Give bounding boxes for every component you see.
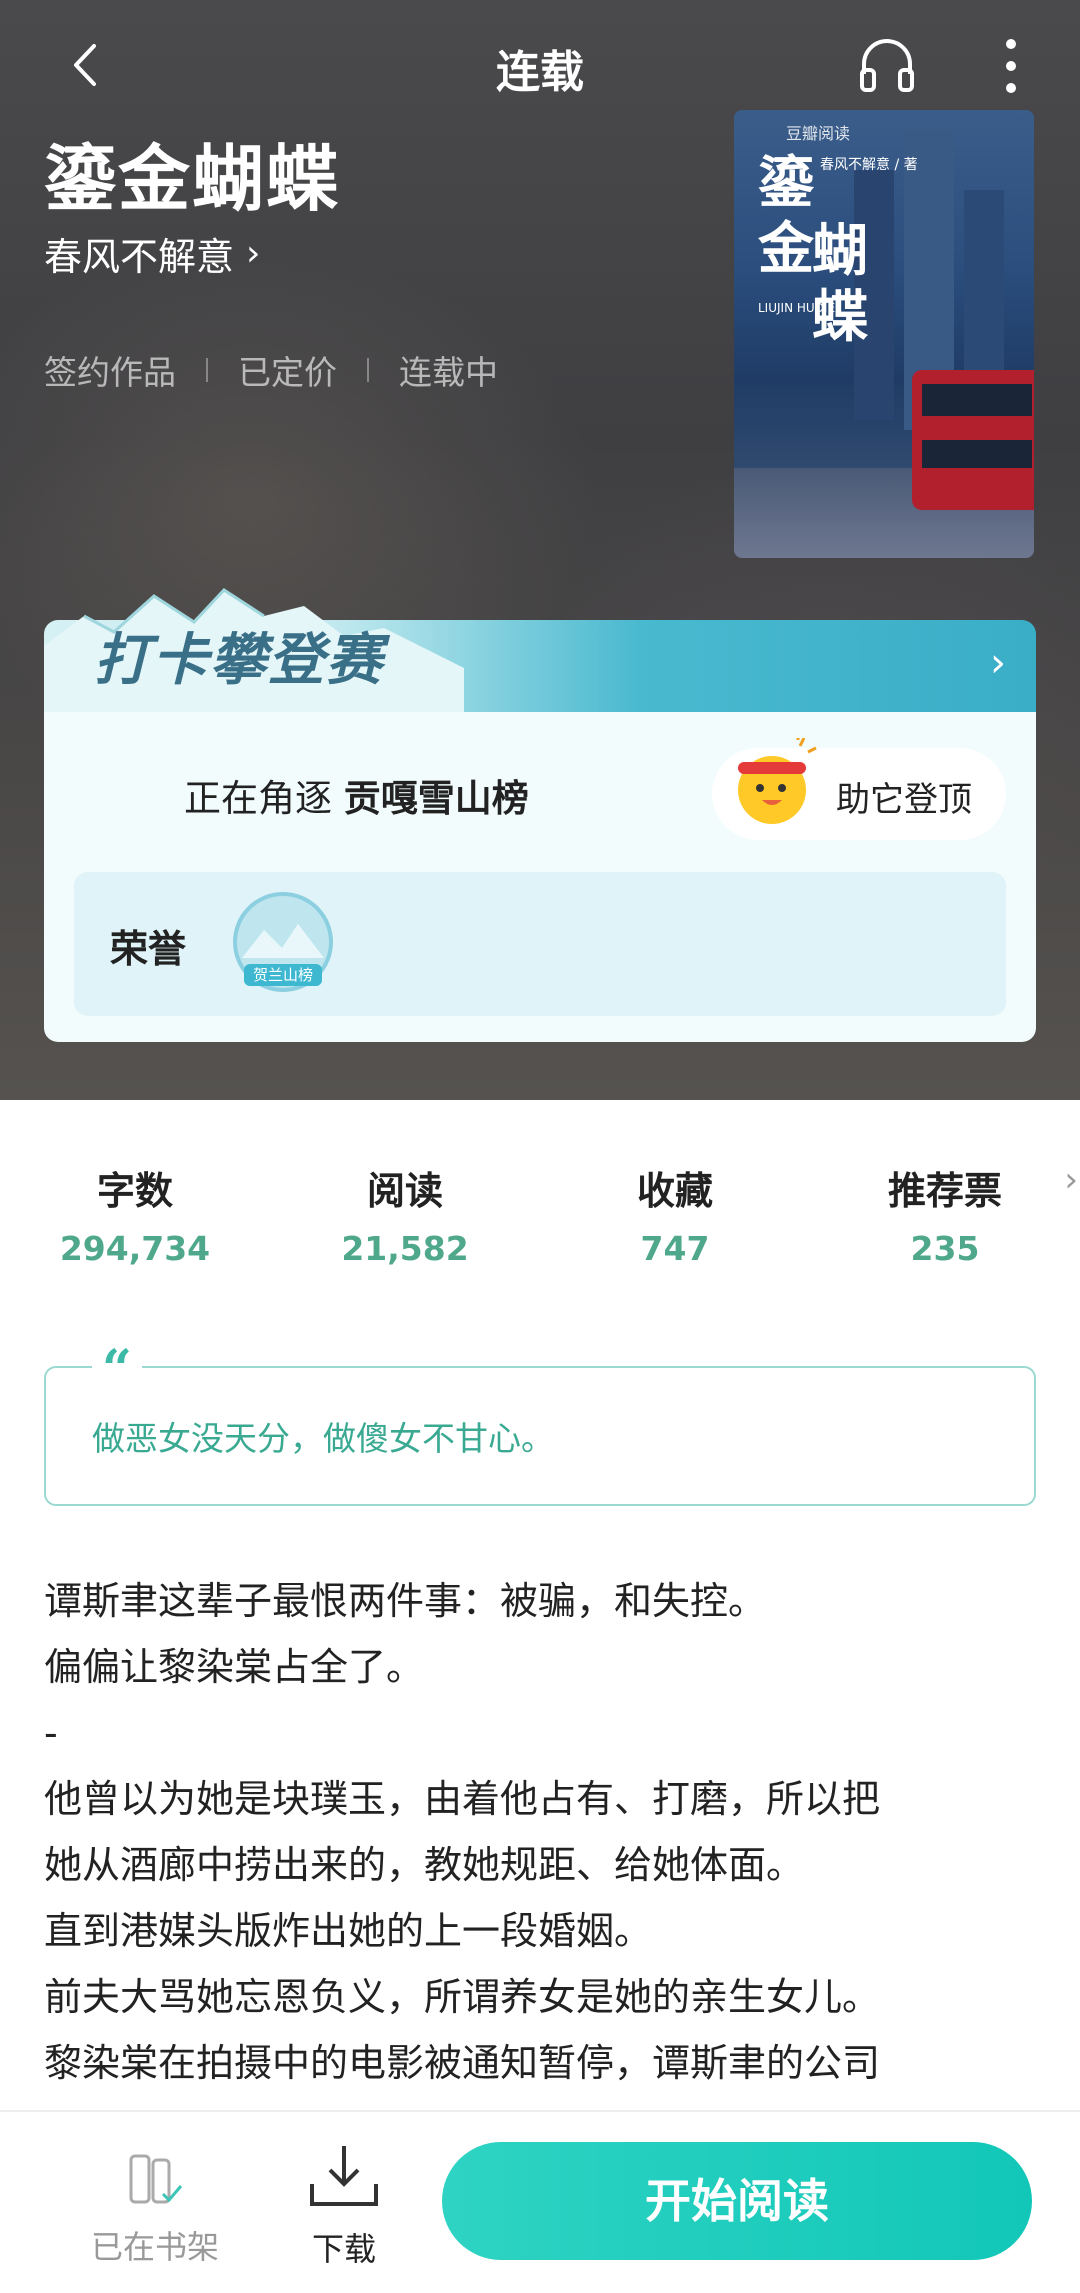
book-stats: 字数 294,734 阅读 21,582 收藏 747 推荐票 235 › (0, 1160, 1080, 1290)
rank-status: 正在角逐 贡嘎雪山榜 (184, 768, 529, 822)
book-quote: “ 做恶女没天分，做傻女不甘心。 (44, 1344, 1036, 1506)
climbing-contest-card[interactable]: 打卡攀登赛 › 正在角逐 贡嘎雪山榜 助它登顶 荣誉 贺兰山榜 (44, 588, 1036, 1042)
headphones-icon[interactable] (856, 34, 918, 96)
stat-value: 294,734 (59, 1229, 211, 1268)
tag-status: 连载中 (399, 353, 498, 392)
page-title: 连载 (496, 47, 584, 98)
cover-bus (912, 370, 1034, 510)
more-vertical-icon[interactable] (996, 36, 1026, 96)
chevron-right-icon[interactable]: › (990, 640, 1006, 686)
synopsis-line: 他曾以为她是块璞玉，由着他占有、打磨，所以把 (44, 1777, 881, 1821)
download-icon (310, 2146, 378, 2206)
contest-body: 正在角逐 贡嘎雪山榜 助它登顶 荣誉 贺兰山榜 (44, 712, 1036, 1042)
author-name: 春风不解意 (44, 235, 235, 279)
start-reading-button[interactable]: 开始阅读 (442, 2142, 1032, 2260)
book-synopsis: 谭斯聿这辈子最恨两件事：被骗，和失控。 偏偏让黎染棠占全了。 - 他曾以为她是块… (44, 1568, 1044, 2096)
help-climb-button[interactable]: 助它登顶 (712, 738, 1006, 840)
quote-mark-icon: “ (92, 1344, 142, 1396)
book-cover[interactable]: 豆瓣阅读 鎏金 蝴蝶 春风不解意 / 著 LIUJIN HUDIE (734, 110, 1034, 558)
download-button[interactable]: 下载 (296, 2142, 392, 2270)
stat-reads: 阅读 21,582 (270, 1160, 540, 1268)
mascot-icon (738, 738, 817, 824)
stat-label: 字数 (96, 1169, 173, 1213)
honor-panel: 荣誉 贺兰山榜 (74, 872, 1006, 1016)
bookshelf-icon (129, 2154, 183, 2204)
stat-label: 推荐票 (887, 1169, 1002, 1213)
book-title: 鎏金蝴蝶 (44, 137, 341, 221)
stat-recommend-votes[interactable]: 推荐票 235 › (810, 1160, 1080, 1268)
bookshelf-label: 已在书架 (90, 2228, 219, 2266)
stat-value: 235 (910, 1229, 980, 1268)
top-nav-bar: 连载 (0, 0, 1080, 130)
stat-label: 阅读 (366, 1169, 443, 1213)
bottom-action-bar: 已在书架 下载 开始阅读 (0, 2110, 1080, 2293)
synopsis-line: 她从酒廊中捞出来的，教她规距、给她体面。 (44, 1843, 805, 1887)
synopsis-line: 前夫大骂她忘恩负义，所谓养女是她的亲生女儿。 (44, 1975, 881, 2019)
author-link[interactable]: 春风不解意 › (44, 226, 260, 281)
synopsis-line: 黎染棠在拍摄中的电影被通知暂停，谭斯聿的公司 (44, 2041, 881, 2085)
rank-name: 贡嘎雪山榜 (343, 777, 529, 820)
synopsis-line: 谭斯聿这辈子最恨两件事：被骗，和失控。 (44, 1579, 767, 1623)
download-label: 下载 (311, 2230, 376, 2268)
cover-title-col1: 鎏金 (758, 150, 814, 282)
tag-divider (206, 358, 208, 382)
synopsis-line: - (44, 1711, 58, 1755)
synopsis-line: 直到港媒头版炸出她的上一段婚姻。 (44, 1909, 653, 1953)
contest-logo: 打卡攀登赛 (94, 627, 384, 693)
cover-title-col2: 蝴蝶 (812, 218, 868, 350)
help-climb-label: 助它登顶 (836, 780, 972, 820)
tag-divider (367, 358, 369, 382)
book-header-background: 连载 鎏金蝴蝶 春风不解意 › 签约作品 已定价 连载中 豆瓣阅读 鎏金 蝴蝶 … (0, 0, 1080, 1100)
honor-label: 荣誉 (110, 927, 187, 971)
book-tags: 签约作品 已定价 连载中 (44, 346, 498, 394)
stat-favorites: 收藏 747 (540, 1160, 810, 1268)
mountain-badge-icon: 贺兰山榜 (233, 892, 333, 992)
cover-author: 春风不解意 / 著 (820, 157, 918, 173)
stat-word-count: 字数 294,734 (0, 1160, 270, 1268)
chevron-right-icon: › (1064, 1160, 1078, 1200)
badge-label: 贺兰山榜 (253, 966, 313, 984)
tag-signed: 签约作品 (44, 353, 176, 392)
stat-value: 747 (640, 1229, 710, 1268)
stat-value: 21,582 (341, 1229, 469, 1268)
rank-prefix: 正在角逐 (184, 777, 332, 820)
chevron-right-icon: › (246, 233, 261, 274)
tag-priced: 已定价 (238, 353, 337, 392)
bookshelf-button[interactable]: 已在书架 (80, 2150, 230, 2268)
stat-label: 收藏 (636, 1169, 713, 1213)
quote-text: 做恶女没天分，做傻女不甘心。 (92, 1419, 554, 1458)
synopsis-line: 偏偏让黎染棠占全了。 (44, 1645, 425, 1689)
cover-pinyin: LIUJIN HUDIE (758, 301, 836, 315)
